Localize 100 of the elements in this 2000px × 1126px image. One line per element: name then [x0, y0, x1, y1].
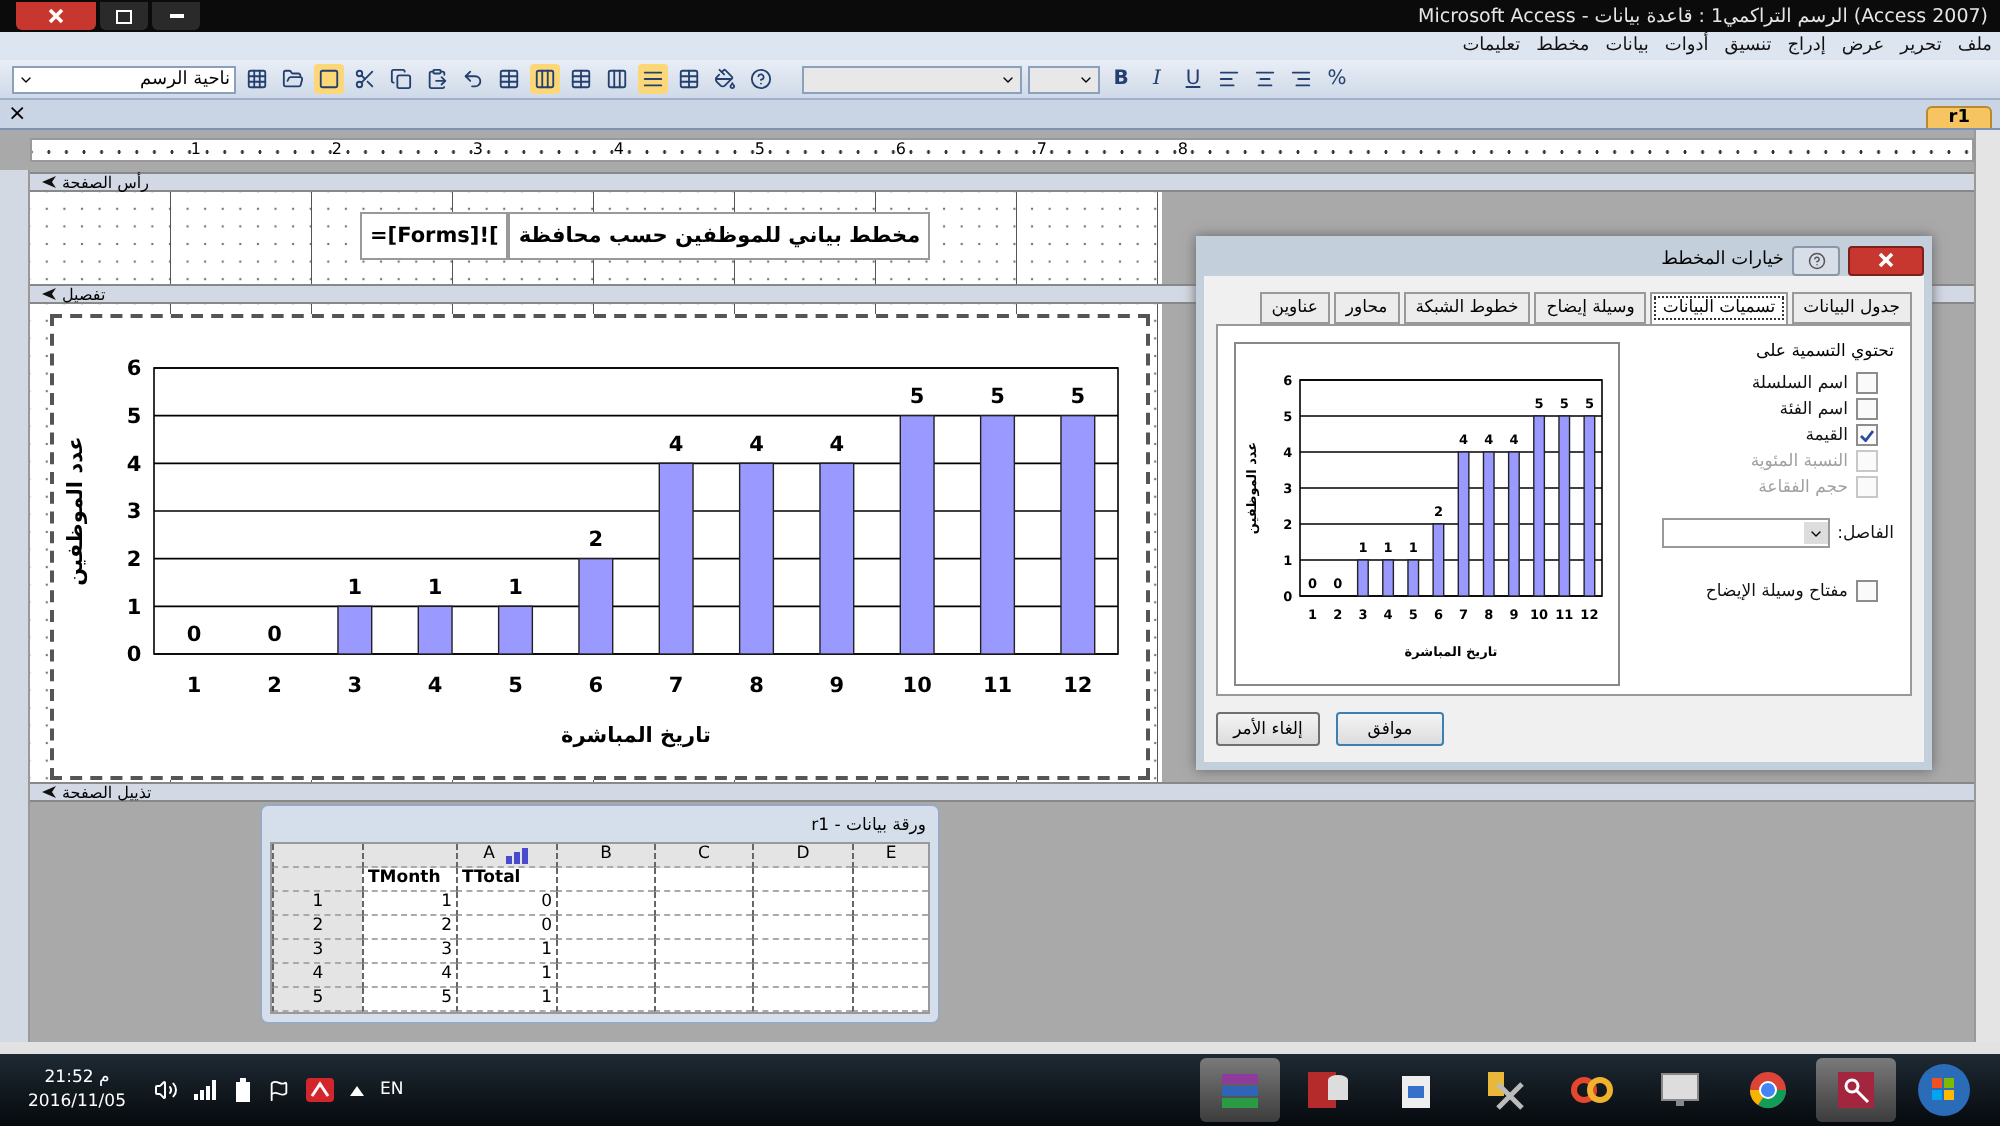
tools-icon [1482, 1068, 1526, 1112]
tick-label: 3 [126, 500, 142, 525]
checkbox[interactable] [1856, 398, 1878, 420]
tick-label: 4 [126, 452, 142, 477]
toolbar-button[interactable] [314, 64, 344, 94]
signal-icon[interactable] [194, 1080, 218, 1100]
menu-item[interactable]: إدراج [1787, 36, 1826, 56]
toolbar-button[interactable] [638, 64, 668, 94]
chart-bar [337, 605, 373, 655]
row-header[interactable]: 5 [272, 988, 362, 1012]
row-header[interactable]: 3 [272, 940, 362, 964]
toolbar-button[interactable] [710, 64, 740, 94]
checkbox[interactable] [1856, 372, 1878, 394]
table-icon [498, 68, 520, 90]
percent-button[interactable]: % [1322, 64, 1352, 94]
dialog-tab[interactable]: عناوين [1259, 292, 1330, 324]
toolbar-button[interactable] [674, 64, 704, 94]
separator-dropdown[interactable] [1661, 518, 1830, 548]
checkbox[interactable] [1856, 424, 1878, 446]
checkbox[interactable] [1856, 580, 1878, 602]
language-indicator[interactable]: EN [380, 1080, 404, 1100]
close-button[interactable] [16, 2, 96, 30]
ruler-number: 5 [752, 140, 765, 160]
monitor-icon [1658, 1068, 1702, 1112]
row-header[interactable]: 2 [272, 916, 362, 940]
format-button[interactable]: I [1142, 64, 1172, 94]
toolbar-button[interactable] [602, 64, 632, 94]
tick-label: 10 [902, 673, 932, 698]
table-cell [654, 868, 752, 892]
report-title[interactable]: مخطط بياني للموظفين حسب محافظة [508, 212, 931, 260]
horizontal-scrollbar[interactable] [0, 1042, 2000, 1054]
column-header[interactable]: A [456, 844, 556, 868]
axis-title: تاريخ المباشرة [561, 724, 711, 748]
row-header[interactable]: 4 [272, 964, 362, 988]
option-label: مفتاح وسيلة الإيضاح [1705, 581, 1848, 601]
expression-text[interactable]: =[Forms]![ [360, 212, 509, 260]
menu-item[interactable]: أدوات [1664, 36, 1709, 56]
dialog-title: خيارات المخطط [1661, 250, 1784, 270]
dialog-tab[interactable]: جدول البيانات [1791, 292, 1912, 324]
dialog-button[interactable]: إلغاء الأمر [1216, 712, 1320, 746]
table-cell [654, 892, 752, 916]
object-select[interactable]: ناحية الرسم [12, 65, 236, 93]
minimize-button[interactable] [152, 2, 200, 30]
toolbar-button[interactable] [566, 64, 596, 94]
tick-label: 3 [347, 673, 363, 698]
caret-icon[interactable] [350, 1085, 364, 1095]
close-button[interactable] [1848, 245, 1924, 275]
browser-icon [1746, 1068, 1790, 1112]
dialog-button[interactable]: موافق [1336, 712, 1444, 746]
menu-item[interactable]: مخطط [1536, 36, 1590, 56]
option-label: حجم الفقاعة [1758, 477, 1848, 497]
dialog-tab[interactable]: محاور [1333, 292, 1400, 324]
restore-button[interactable] [100, 2, 148, 30]
menu-item[interactable]: ملف [1957, 36, 1992, 56]
tick-label: 7 [668, 673, 684, 698]
format-button[interactable]: U [1178, 64, 1208, 94]
field-name: TTotal [456, 868, 556, 892]
row-header[interactable]: 1 [272, 892, 362, 916]
column-header[interactable]: B [556, 844, 654, 868]
menu-item[interactable]: عرض [1841, 36, 1885, 56]
column-header[interactable]: C [654, 844, 752, 868]
menu-item[interactable]: تنسيق [1724, 36, 1772, 56]
paste-icon [426, 68, 448, 90]
data-label: 4 [668, 432, 684, 457]
menu-item[interactable]: تحرير [1900, 36, 1942, 56]
dialog-tab[interactable]: تسميات البيانات [1650, 292, 1788, 324]
ruler-number: 2 [329, 140, 342, 160]
menu-item[interactable]: تعليمات [1462, 36, 1521, 56]
separator-label: الفاصل: [1837, 523, 1894, 543]
flag-icon[interactable] [268, 1079, 290, 1101]
tick-label: 12 [1063, 673, 1093, 698]
battery-icon[interactable] [234, 1078, 252, 1102]
table-cell: 1 [456, 964, 556, 988]
toolbar-button[interactable] [494, 64, 524, 94]
size-field[interactable] [1028, 65, 1100, 93]
taskbar-app[interactable] [1816, 1058, 1896, 1122]
dialog-tab[interactable]: خطوط الشبكة [1403, 292, 1531, 324]
document-tab[interactable]: r1 [1926, 106, 1992, 128]
ruler-number: 8 [1175, 140, 1188, 160]
section-bar[interactable]: رأس الصفحة [30, 172, 1974, 192]
tick-label: 2 [267, 673, 282, 698]
toolbar-button[interactable] [746, 64, 776, 94]
corner-cell[interactable] [272, 844, 362, 868]
toolbar-button[interactable] [530, 64, 560, 94]
table-cell [752, 916, 852, 940]
help-button[interactable] [1792, 245, 1840, 275]
table-cell: 5 [362, 988, 456, 1012]
speaker-icon[interactable] [154, 1078, 178, 1102]
close-document-button[interactable]: × [8, 102, 27, 126]
menu-item[interactable]: بيانات [1605, 36, 1649, 56]
table-cell: 1 [456, 940, 556, 964]
font-field[interactable] [802, 65, 1022, 93]
column-header[interactable]: E [852, 844, 928, 868]
column-header[interactable]: D [752, 844, 852, 868]
section-bar[interactable]: تذييل الصفحة [30, 782, 1974, 802]
dialog-tab[interactable]: وسيلة إيضاح [1534, 292, 1647, 324]
toolbar-button[interactable] [242, 64, 272, 94]
vertical-scrollbar[interactable] [1974, 130, 2000, 1042]
format-button[interactable]: B [1106, 64, 1136, 94]
toolbar-button[interactable] [386, 64, 416, 94]
